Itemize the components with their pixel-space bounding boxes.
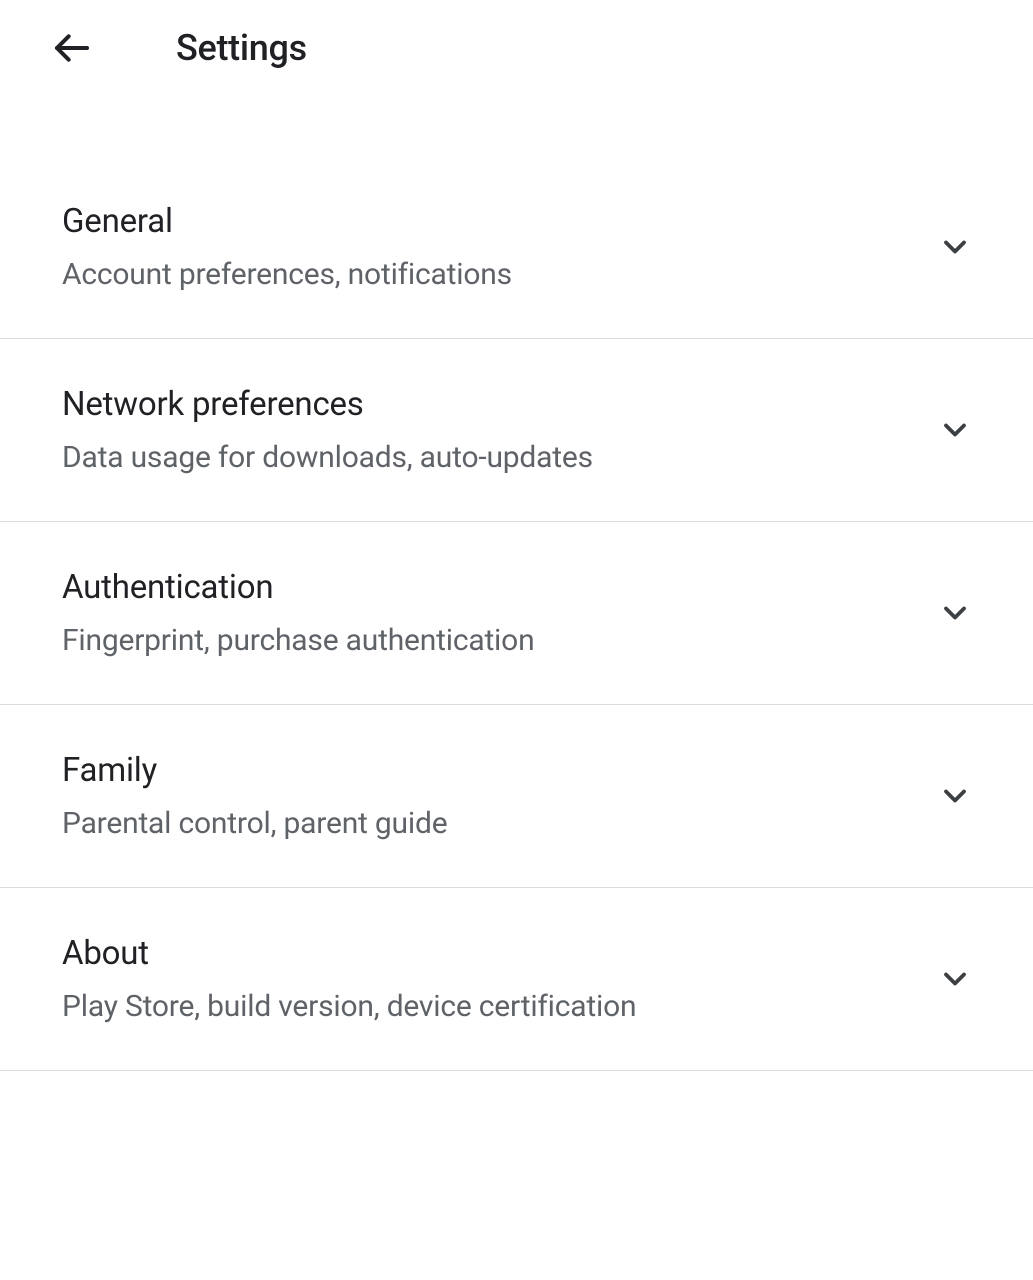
settings-item-subtitle: Data usage for downloads, auto-updates (62, 440, 593, 475)
chevron-down-icon (937, 229, 973, 265)
settings-item-authentication[interactable]: Authentication Fingerprint, purchase aut… (0, 522, 1033, 705)
chevron-down-icon (937, 778, 973, 814)
settings-item-title: Authentication (62, 568, 534, 607)
chevron-down-icon (937, 961, 973, 997)
settings-list: General Account preferences, notificatio… (0, 156, 1033, 1071)
header: Settings (0, 0, 1033, 96)
settings-item-general[interactable]: General Account preferences, notificatio… (0, 156, 1033, 339)
settings-item-title: About (62, 934, 636, 973)
settings-item-network-preferences[interactable]: Network preferences Data usage for downl… (0, 339, 1033, 522)
settings-item-title: Network preferences (62, 385, 593, 424)
page-title: Settings (176, 27, 307, 69)
settings-item-subtitle: Parental control, parent guide (62, 806, 447, 841)
settings-item-content: Authentication Fingerprint, purchase aut… (62, 568, 534, 658)
settings-item-title: General (62, 202, 512, 241)
settings-item-title: Family (62, 751, 447, 790)
arrow-left-icon (52, 28, 92, 68)
chevron-down-icon (937, 412, 973, 448)
settings-item-about[interactable]: About Play Store, build version, device … (0, 888, 1033, 1071)
settings-item-content: Family Parental control, parent guide (62, 751, 447, 841)
settings-item-content: Network preferences Data usage for downl… (62, 385, 593, 475)
settings-item-subtitle: Account preferences, notifications (62, 257, 512, 292)
settings-item-content: General Account preferences, notificatio… (62, 202, 512, 292)
settings-item-subtitle: Fingerprint, purchase authentication (62, 623, 534, 658)
settings-item-family[interactable]: Family Parental control, parent guide (0, 705, 1033, 888)
chevron-down-icon (937, 595, 973, 631)
back-button[interactable] (48, 24, 96, 72)
settings-item-content: About Play Store, build version, device … (62, 934, 636, 1024)
settings-item-subtitle: Play Store, build version, device certif… (62, 989, 636, 1024)
